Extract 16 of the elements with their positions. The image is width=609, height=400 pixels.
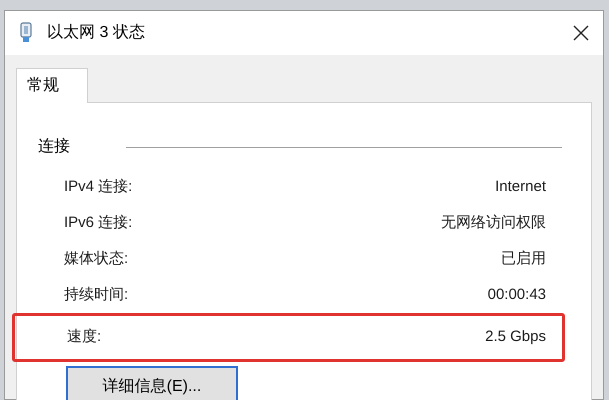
field-label: 速度:: [67, 327, 102, 348]
field-label: IPv6 连接:: [64, 212, 132, 233]
field-value: 00:00:43: [488, 284, 546, 305]
tab[interactable]: 常规: [16, 68, 88, 103]
field-value: 已启用: [501, 248, 546, 269]
field-value: 无网络访问权限: [441, 212, 546, 233]
field-value: 2.5 Gbps: [485, 327, 546, 348]
details-button[interactable]: 详细信息(E)...: [66, 366, 238, 400]
field-value: Internet: [495, 176, 546, 197]
network-adapter-icon: [19, 22, 33, 44]
close-icon[interactable]: [573, 25, 589, 41]
field-label: 媒体状态:: [64, 248, 128, 269]
field-label: 持续时间:: [64, 284, 128, 305]
section-title: 连接: [38, 136, 70, 157]
field-label: IPv4 连接:: [64, 176, 132, 197]
window-title: 以太网 3 状态: [47, 22, 145, 43]
